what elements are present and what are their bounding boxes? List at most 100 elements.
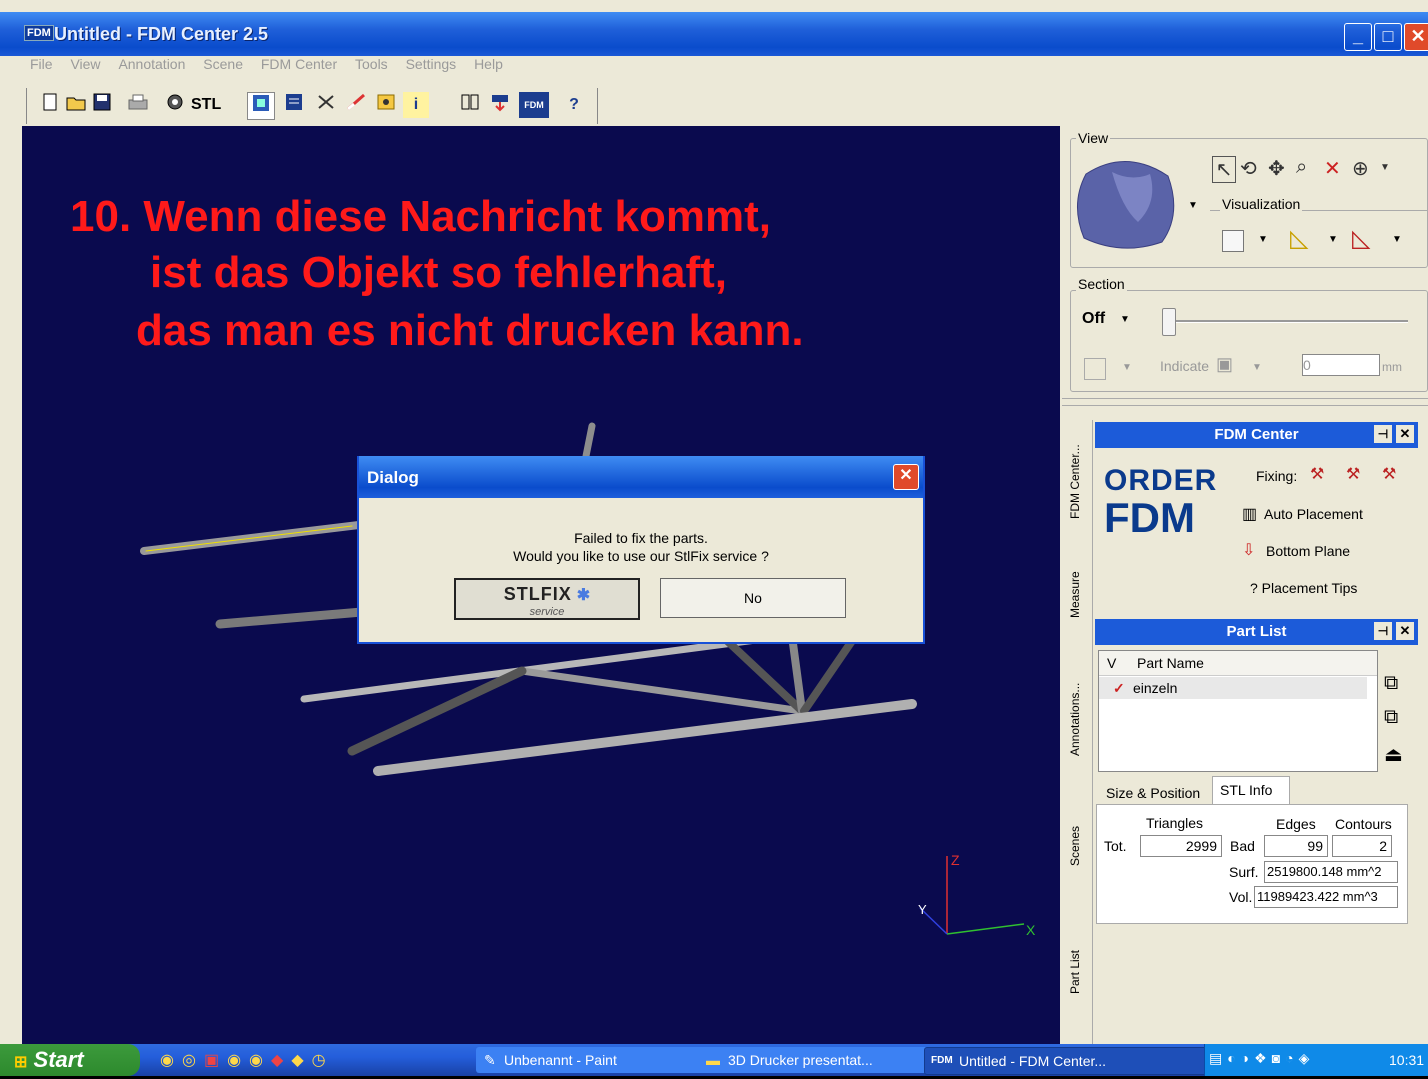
- task-fdm-center[interactable]: FDM Untitled - FDM Center...: [924, 1047, 1222, 1075]
- ruler-dropdown-icon[interactable]: ▼: [1328, 234, 1338, 245]
- fix-hammer-1-icon[interactable]: ⚒: [1310, 464, 1324, 484]
- zoom-icon[interactable]: ⌕: [1296, 156, 1307, 179]
- side-tab-annotations[interactable]: Annotations...: [1068, 664, 1090, 774]
- info-button[interactable]: i: [403, 92, 429, 118]
- save-icon[interactable]: [91, 92, 113, 118]
- task-folder[interactable]: ▬ 3D Drucker presentat...: [700, 1047, 938, 1073]
- task-paint[interactable]: ✎ Unbenannt - Paint: [476, 1047, 712, 1073]
- menu-view[interactable]: View: [70, 56, 100, 72]
- placement-tips-button[interactable]: ? Placement Tips: [1250, 580, 1357, 596]
- zoom-dropdown-icon[interactable]: ▼: [1380, 162, 1390, 173]
- menu-help[interactable]: Help: [474, 56, 503, 72]
- title-bar[interactable]: FDM Untitled - FDM Center 2.5 _ □ ✕: [0, 12, 1428, 56]
- tab-size-position[interactable]: Size & Position: [1106, 785, 1200, 801]
- menu-settings[interactable]: Settings: [406, 56, 457, 72]
- tag-part-icon[interactable]: ⏏: [1384, 742, 1403, 767]
- quick-launch-icon-3[interactable]: ▣: [204, 1052, 227, 1069]
- quick-launch-icon-2[interactable]: ◎: [182, 1052, 204, 1069]
- section-mode-select[interactable]: Off: [1082, 310, 1105, 328]
- new-file-icon[interactable]: [39, 92, 61, 118]
- stl-export-button[interactable]: STL: [191, 92, 221, 118]
- fix-hammer-2-icon[interactable]: ⚒: [1346, 464, 1360, 484]
- minimize-button[interactable]: _: [1344, 23, 1372, 51]
- section-cube-icon[interactable]: [1084, 358, 1106, 380]
- quick-launch-icon-1[interactable]: ◉: [160, 1052, 182, 1069]
- bottom-plane-button-icon: ⇩: [1242, 542, 1256, 559]
- auto-placement-button[interactable]: Auto Placement: [1264, 506, 1363, 522]
- indicate-dropdown-icon[interactable]: ▼: [1252, 362, 1262, 373]
- rotate-part-icon[interactable]: ⧉: [1384, 706, 1398, 729]
- bottom-plane-icon[interactable]: [487, 92, 513, 118]
- section-cube-dropdown-icon[interactable]: ▼: [1122, 362, 1132, 373]
- panel-splitter[interactable]: [1062, 398, 1428, 406]
- fdm-order-button[interactable]: FDM: [519, 92, 549, 118]
- row-visible-check-icon[interactable]: ✓: [1113, 677, 1125, 699]
- auto-placement-icon[interactable]: [457, 92, 483, 118]
- pan-icon[interactable]: ✥: [1268, 156, 1285, 181]
- quick-launch-icon-5[interactable]: ◉: [249, 1052, 271, 1069]
- start-label: Start: [33, 1047, 84, 1072]
- no-button[interactable]: No: [660, 578, 846, 618]
- quick-launch-icon-4[interactable]: ◉: [227, 1052, 249, 1069]
- maximize-button[interactable]: □: [1374, 23, 1402, 51]
- menu-fdm-center[interactable]: FDM Center: [261, 56, 337, 72]
- annotation-icon[interactable]: [343, 92, 369, 118]
- section-position-input[interactable]: 0: [1302, 354, 1380, 376]
- clock[interactable]: 10:31: [1389, 1052, 1424, 1068]
- part-list-icon[interactable]: [281, 92, 307, 118]
- column-v[interactable]: V: [1107, 651, 1116, 675]
- table-row[interactable]: ✓ einzeln: [1099, 677, 1367, 699]
- select-pointer-icon[interactable]: ↖: [1212, 156, 1236, 183]
- window-title: Untitled - FDM Center 2.5: [54, 24, 269, 44]
- tray-icons[interactable]: ▤◐◑❖◙◔◈: [1209, 1050, 1314, 1067]
- fdm-center-close-icon[interactable]: ✕: [1396, 425, 1414, 443]
- render-mode-icon[interactable]: [247, 92, 275, 120]
- quick-launch-icon-7[interactable]: ◆: [291, 1052, 311, 1069]
- fix-hammer-3-icon[interactable]: ⚒: [1382, 464, 1396, 484]
- part-list-pin-icon[interactable]: ⊣: [1374, 622, 1392, 640]
- quick-launch-icon-8[interactable]: ◷: [312, 1052, 334, 1069]
- section-slider-track[interactable]: [1168, 320, 1408, 323]
- section-mode-dropdown-icon[interactable]: ▼: [1120, 314, 1130, 325]
- side-tab-scenes[interactable]: Scenes: [1068, 818, 1090, 874]
- triangle-dropdown-icon[interactable]: ▼: [1392, 234, 1402, 245]
- menu-annotation[interactable]: Annotation: [118, 56, 185, 72]
- section-slider-thumb[interactable]: [1162, 308, 1176, 336]
- measure-icon[interactable]: [313, 92, 339, 118]
- quick-launch-icon-6[interactable]: ◆: [271, 1052, 291, 1069]
- menu-scene[interactable]: Scene: [203, 56, 243, 72]
- indicate-pointer-icon[interactable]: ▣: [1216, 354, 1233, 375]
- open-folder-icon[interactable]: [65, 92, 87, 118]
- menu-tools[interactable]: Tools: [355, 56, 388, 72]
- ruler-set-icon[interactable]: ◺: [1290, 224, 1308, 253]
- side-tab-measure[interactable]: Measure: [1068, 560, 1090, 630]
- menu-file[interactable]: File: [30, 56, 53, 72]
- column-part-name[interactable]: Part Name: [1137, 651, 1204, 675]
- print-icon[interactable]: [127, 92, 149, 118]
- side-tab-part-list[interactable]: Part List: [1068, 940, 1090, 1004]
- indicate-label[interactable]: Indicate: [1160, 358, 1209, 374]
- help-button[interactable]: ?: [563, 92, 585, 118]
- close-button[interactable]: ✕: [1404, 23, 1428, 51]
- bottom-plane-button[interactable]: Bottom Plane: [1266, 543, 1350, 559]
- order-fdm-logo[interactable]: ORDER FDM: [1104, 464, 1216, 560]
- tab-stl-info[interactable]: STL Info: [1220, 782, 1272, 798]
- zoom-in-icon[interactable]: ⊕: [1352, 156, 1369, 181]
- zoom-fit-icon[interactable]: ✕: [1324, 156, 1341, 181]
- side-tab-fdm-center[interactable]: FDM Center...: [1068, 422, 1090, 542]
- stlfix-service-button[interactable]: STLFIX ✱ service: [454, 578, 640, 620]
- part-list-close-icon[interactable]: ✕: [1396, 622, 1414, 640]
- view-dropdown-icon[interactable]: ▼: [1188, 200, 1198, 211]
- rotate-icon[interactable]: ⟲: [1240, 156, 1257, 181]
- fdm-center-pin-icon[interactable]: ⊣: [1374, 425, 1392, 443]
- shaded-mode-icon[interactable]: [1222, 230, 1244, 252]
- move-part-icon[interactable]: ⧉: [1384, 672, 1398, 695]
- part-import-icon[interactable]: [163, 92, 187, 118]
- triangle-set-icon[interactable]: ◺: [1352, 224, 1370, 253]
- start-button[interactable]: ⊞ Start: [0, 1044, 140, 1076]
- dialog-close-button[interactable]: ✕: [893, 464, 919, 490]
- view-cube-icon[interactable]: [1072, 152, 1180, 252]
- shaded-dropdown-icon[interactable]: ▼: [1258, 234, 1268, 245]
- dialog-title-bar[interactable]: Dialog ✕: [359, 456, 923, 498]
- scene-icon[interactable]: [373, 92, 399, 118]
